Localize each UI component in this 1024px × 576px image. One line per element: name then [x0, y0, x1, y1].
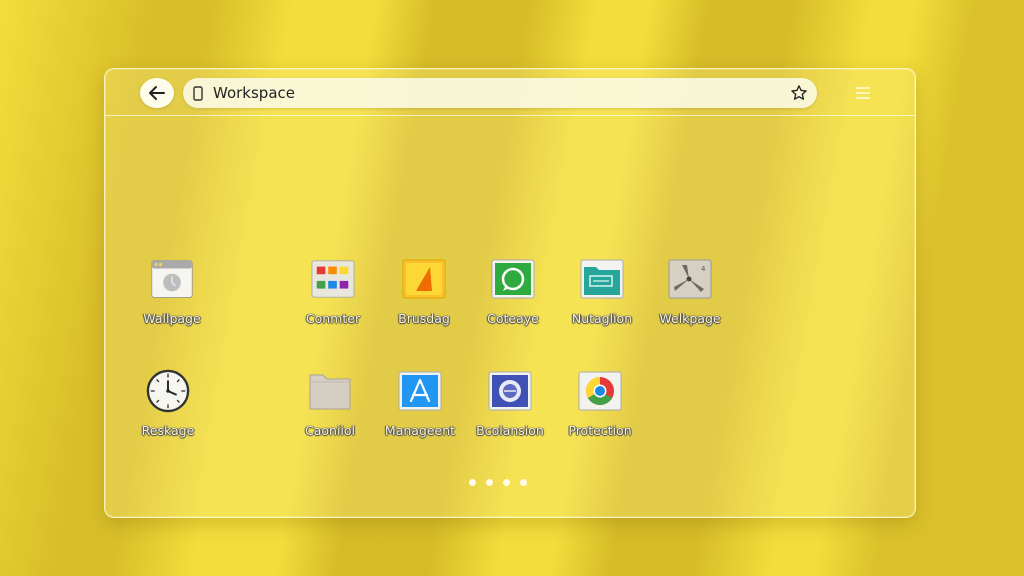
hamburger-icon [856, 87, 870, 99]
app-label: Protection [568, 423, 632, 438]
app-protection[interactable]: Protection [545, 371, 655, 438]
app-reskage[interactable]: Reskage [113, 369, 223, 438]
app-store-icon [398, 371, 442, 411]
chrome-icon [578, 371, 622, 411]
svg-text:4: 4 [701, 265, 706, 273]
app-welkpage[interactable]: 4 Welkpage [635, 259, 745, 326]
app-label: Bcolansion [476, 423, 544, 438]
triangle-doc-icon [402, 259, 446, 299]
disc-icon [488, 371, 532, 411]
page-dot[interactable] [520, 479, 527, 486]
pinwheel-icon: 4 [668, 259, 712, 299]
back-arrow-icon [149, 86, 165, 100]
browser-window-icon [150, 259, 194, 299]
app-label: Nutaglion [571, 311, 633, 326]
green-chat-icon [491, 259, 535, 299]
app-label: Welkpage [659, 311, 721, 326]
toolbar: Workspace [105, 69, 915, 116]
menu-button[interactable] [855, 85, 871, 99]
page-dot[interactable] [486, 479, 493, 486]
app-label: Caoniiol [304, 423, 356, 438]
back-button[interactable] [140, 78, 174, 108]
app-label: Manageent [384, 423, 456, 438]
address-text: Workspace [213, 84, 295, 102]
color-palette-icon [311, 259, 355, 299]
app-label: Brusdag [398, 311, 450, 326]
app-label: Reskage [141, 423, 195, 438]
page-dot[interactable] [469, 479, 476, 486]
app-label: Conmter [305, 311, 361, 326]
folder-icon [308, 371, 352, 411]
glass-window: Workspace Wallpage Conmter Brusdag Cotea… [104, 68, 916, 518]
phone-icon [193, 85, 207, 101]
teal-folder-icon [580, 259, 624, 299]
app-label: Coteaye [487, 311, 539, 326]
app-label: Wallpage [143, 311, 201, 326]
page-dot[interactable] [503, 479, 510, 486]
star-icon [791, 85, 807, 100]
clock-icon [146, 369, 190, 413]
address-bar[interactable]: Workspace [183, 78, 817, 108]
app-wallpage[interactable]: Wallpage [117, 259, 227, 326]
bookmark-star-button[interactable] [789, 83, 809, 103]
page-indicator [469, 479, 531, 486]
